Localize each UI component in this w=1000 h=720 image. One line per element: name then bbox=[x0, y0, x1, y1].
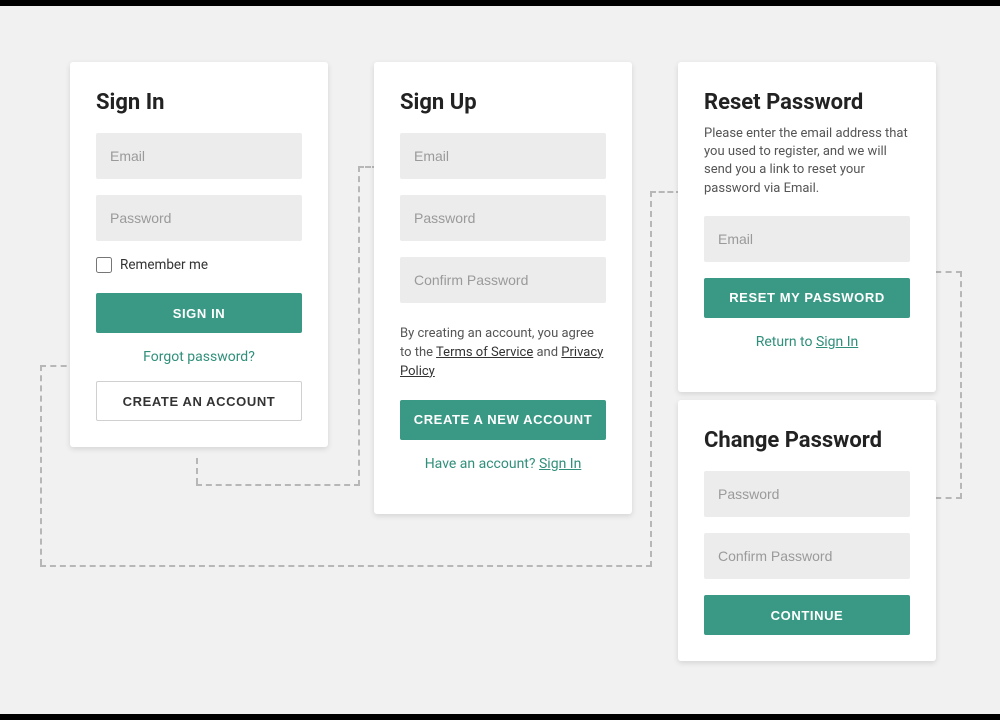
reset-password-description: Please enter the email address that you … bbox=[704, 125, 910, 198]
terms-text: By creating an account, you agree to the… bbox=[400, 325, 606, 382]
connector-line bbox=[960, 271, 962, 499]
password-field[interactable] bbox=[400, 195, 606, 241]
password-field[interactable] bbox=[96, 195, 302, 241]
create-new-account-button[interactable]: Create a New Account bbox=[400, 400, 606, 440]
confirm-password-field[interactable] bbox=[704, 533, 910, 579]
sign-up-title: Sign Up bbox=[400, 90, 606, 115]
sign-in-button[interactable]: Sign In bbox=[96, 293, 302, 333]
password-field[interactable] bbox=[704, 471, 910, 517]
create-account-button[interactable]: Create an Account bbox=[96, 381, 302, 421]
remember-me-row[interactable]: Remember me bbox=[96, 257, 302, 273]
sign-in-link[interactable]: Sign In bbox=[816, 334, 858, 350]
return-to-sign-in-link[interactable]: Return to Sign In bbox=[704, 334, 910, 350]
email-field[interactable] bbox=[96, 133, 302, 179]
sign-in-title: Sign In bbox=[96, 90, 302, 115]
have-account-link[interactable]: Have an account? Sign In bbox=[400, 456, 606, 472]
sign-in-card: Sign In Remember me Sign In Forgot passw… bbox=[70, 62, 328, 447]
email-field[interactable] bbox=[704, 216, 910, 262]
connector-line bbox=[196, 458, 198, 484]
remember-me-label: Remember me bbox=[120, 257, 208, 273]
continue-button[interactable]: Continue bbox=[704, 595, 910, 635]
connector-line bbox=[40, 565, 652, 567]
connector-line bbox=[650, 191, 652, 567]
remember-me-checkbox[interactable] bbox=[96, 257, 112, 273]
forgot-password-link[interactable]: Forgot password? bbox=[96, 349, 302, 365]
reset-password-title: Reset Password bbox=[704, 90, 910, 115]
connector-line bbox=[40, 365, 42, 565]
change-password-title: Change Password bbox=[704, 428, 910, 453]
sign-in-link[interactable]: Sign In bbox=[539, 456, 581, 472]
reset-password-card: Reset Password Please enter the email ad… bbox=[678, 62, 936, 392]
terms-of-service-link[interactable]: Terms of Service bbox=[436, 345, 533, 360]
connector-line bbox=[196, 484, 360, 486]
sign-up-card: Sign Up By creating an account, you agre… bbox=[374, 62, 632, 514]
reset-my-password-button[interactable]: Reset My Password bbox=[704, 278, 910, 318]
connector-line bbox=[358, 166, 360, 486]
email-field[interactable] bbox=[400, 133, 606, 179]
auth-screens-canvas: Sign In Remember me Sign In Forgot passw… bbox=[0, 6, 1000, 714]
confirm-password-field[interactable] bbox=[400, 257, 606, 303]
change-password-card: Change Password Continue bbox=[678, 400, 936, 661]
